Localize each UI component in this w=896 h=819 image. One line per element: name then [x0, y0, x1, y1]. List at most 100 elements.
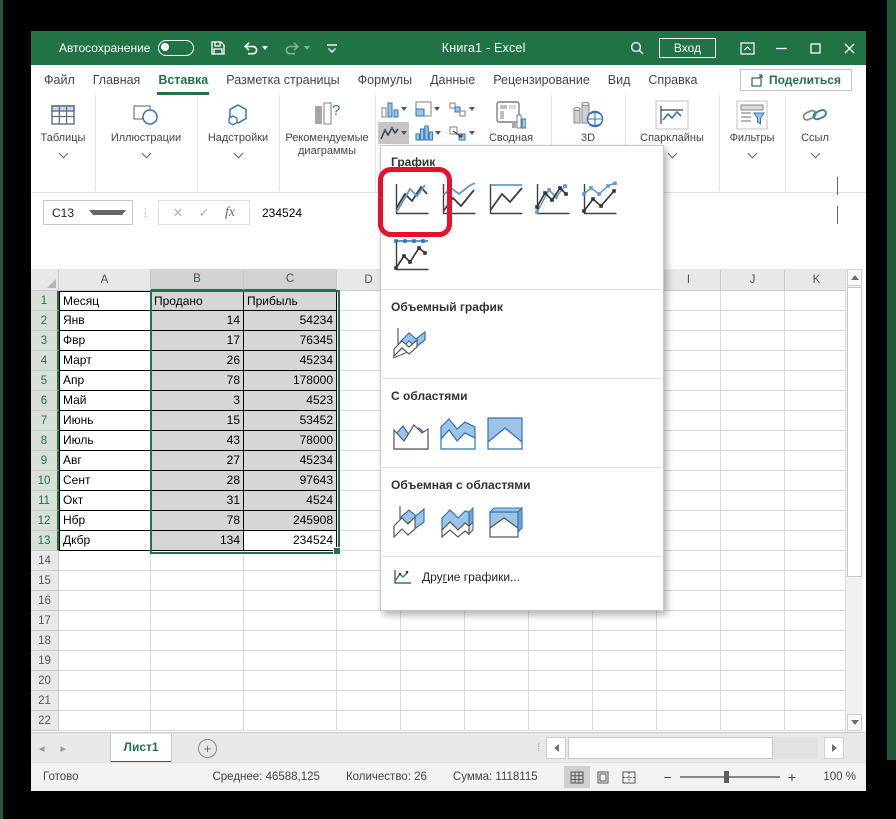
- grid-cell[interactable]: Май: [59, 391, 151, 411]
- grid-cell[interactable]: [785, 291, 845, 311]
- tab-help[interactable]: Справка: [639, 65, 706, 95]
- menu-item-100-stacked-line[interactable]: [481, 174, 528, 226]
- grid-cell[interactable]: [721, 331, 785, 351]
- row-header-4[interactable]: 4: [31, 351, 59, 371]
- grid-cell[interactable]: [721, 611, 785, 631]
- menu-item-stacked-line-markers[interactable]: [575, 174, 622, 226]
- grid-cell[interactable]: [721, 671, 785, 691]
- row-header-21[interactable]: 21: [31, 691, 59, 711]
- grid-cell[interactable]: [785, 311, 845, 331]
- name-box[interactable]: C13: [43, 200, 133, 225]
- autosave-toggle[interactable]: [158, 40, 194, 56]
- grid-cell[interactable]: [721, 571, 785, 591]
- grid-cell[interactable]: [657, 551, 721, 571]
- menu-item-more-line-charts[interactable]: Другие графики...: [381, 562, 663, 592]
- grid-cell[interactable]: [785, 571, 845, 591]
- grid-cell[interactable]: [721, 431, 785, 451]
- grid-cell[interactable]: [657, 411, 721, 431]
- grid-cell[interactable]: [244, 631, 337, 651]
- horizontal-scrollbar-thumb[interactable]: [568, 737, 773, 759]
- grid-cell[interactable]: [337, 711, 401, 731]
- scroll-right-button[interactable]: [824, 737, 844, 759]
- grid-cell[interactable]: [657, 471, 721, 491]
- zoom-percentage[interactable]: 100 %: [804, 771, 856, 783]
- grid-cell[interactable]: [529, 691, 593, 711]
- formula-input[interactable]: 234524: [262, 206, 302, 220]
- ribbon-display-options-button[interactable]: [730, 31, 764, 65]
- menu-item-3d-line[interactable]: [387, 319, 434, 371]
- grid-cell[interactable]: [244, 671, 337, 691]
- grid-cell[interactable]: [785, 531, 845, 551]
- grid-cell[interactable]: [657, 591, 721, 611]
- grid-cell[interactable]: [337, 631, 401, 651]
- menu-item-line-markers[interactable]: [528, 174, 575, 226]
- grid-cell[interactable]: [401, 691, 465, 711]
- grid-cell[interactable]: [337, 651, 401, 671]
- grid-cell[interactable]: [721, 291, 785, 311]
- maximize-button[interactable]: [798, 31, 832, 65]
- tab-home[interactable]: Главная: [84, 65, 150, 95]
- grid-cell[interactable]: [785, 611, 845, 631]
- grid-cell[interactable]: [721, 351, 785, 371]
- grid-cell[interactable]: [657, 611, 721, 631]
- row-header-12[interactable]: 12: [31, 511, 59, 531]
- menu-item-3d-area[interactable]: [387, 497, 434, 549]
- page-break-view-button[interactable]: [616, 766, 642, 788]
- zoom-out-button[interactable]: −: [656, 769, 680, 785]
- grid-cell[interactable]: [529, 631, 593, 651]
- row-header-11[interactable]: 11: [31, 491, 59, 511]
- grid-cell[interactable]: [657, 431, 721, 451]
- grid-cell[interactable]: [657, 491, 721, 511]
- vertical-scrollbar[interactable]: [845, 269, 863, 732]
- grid-cell[interactable]: Продано: [151, 291, 244, 311]
- row-header-7[interactable]: 7: [31, 411, 59, 431]
- grid-cell[interactable]: [721, 411, 785, 431]
- grid-cell[interactable]: [721, 391, 785, 411]
- grid-cell[interactable]: Дкбр: [59, 531, 151, 551]
- sheet-nav-right-icon[interactable]: ▸: [61, 742, 67, 755]
- sheet-nav-left-icon[interactable]: ◂: [39, 742, 45, 755]
- grid-cell[interactable]: Апр: [59, 371, 151, 391]
- ribbon-group-addins[interactable]: Надстройки: [197, 95, 280, 191]
- grid-cell[interactable]: [151, 631, 244, 651]
- ribbon-group-filters[interactable]: Фильтры: [719, 95, 786, 191]
- grid-cell[interactable]: 4524: [244, 491, 337, 511]
- grid-cell[interactable]: Авг: [59, 451, 151, 471]
- grid-cell[interactable]: [721, 531, 785, 551]
- expand-formula-bar-button[interactable]: [837, 206, 838, 224]
- ribbon-group-links[interactable]: Ссыл: [785, 95, 845, 191]
- sheet-tab-list1[interactable]: Лист1: [110, 734, 172, 763]
- tab-insert[interactable]: Вставка: [149, 65, 217, 95]
- insert-function-button[interactable]: fx: [217, 205, 243, 221]
- grid-cell[interactable]: Сент: [59, 471, 151, 491]
- grid-cell[interactable]: 97643: [244, 471, 337, 491]
- grid-cell[interactable]: Месяц: [59, 291, 151, 311]
- grid-cell[interactable]: [244, 611, 337, 631]
- grid-cell[interactable]: [785, 431, 845, 451]
- row-header-13[interactable]: 13: [31, 531, 59, 551]
- menu-item-3d-stacked-area[interactable]: [434, 497, 481, 549]
- row-header-17[interactable]: 17: [31, 611, 59, 631]
- new-sheet-button[interactable]: +: [198, 739, 217, 758]
- normal-view-button[interactable]: [564, 766, 590, 788]
- zoom-in-button[interactable]: +: [780, 769, 804, 785]
- grid-cell[interactable]: [59, 631, 151, 651]
- grid-cell[interactable]: [721, 451, 785, 471]
- grid-cell[interactable]: Июнь: [59, 411, 151, 431]
- undo-dropdown-icon[interactable]: [262, 46, 268, 50]
- ribbon-group-illustrations[interactable]: Иллюстрации: [95, 95, 198, 191]
- grid-cell[interactable]: [401, 611, 465, 631]
- grid-cell[interactable]: [785, 391, 845, 411]
- grid-cell[interactable]: [721, 491, 785, 511]
- grid-cell[interactable]: [151, 571, 244, 591]
- grid-cell[interactable]: [593, 671, 657, 691]
- menu-item-3d-100-stacked-area[interactable]: [481, 497, 528, 549]
- sign-in-button[interactable]: Вход: [659, 38, 716, 58]
- grid-cell[interactable]: [721, 311, 785, 331]
- grid-cell[interactable]: [151, 611, 244, 631]
- horizontal-scrollbar[interactable]: [568, 737, 818, 759]
- row-header-6[interactable]: 6: [31, 391, 59, 411]
- grid-cell[interactable]: [151, 551, 244, 571]
- grid-cell[interactable]: Янв: [59, 311, 151, 331]
- tab-formulas[interactable]: Формулы: [349, 65, 421, 95]
